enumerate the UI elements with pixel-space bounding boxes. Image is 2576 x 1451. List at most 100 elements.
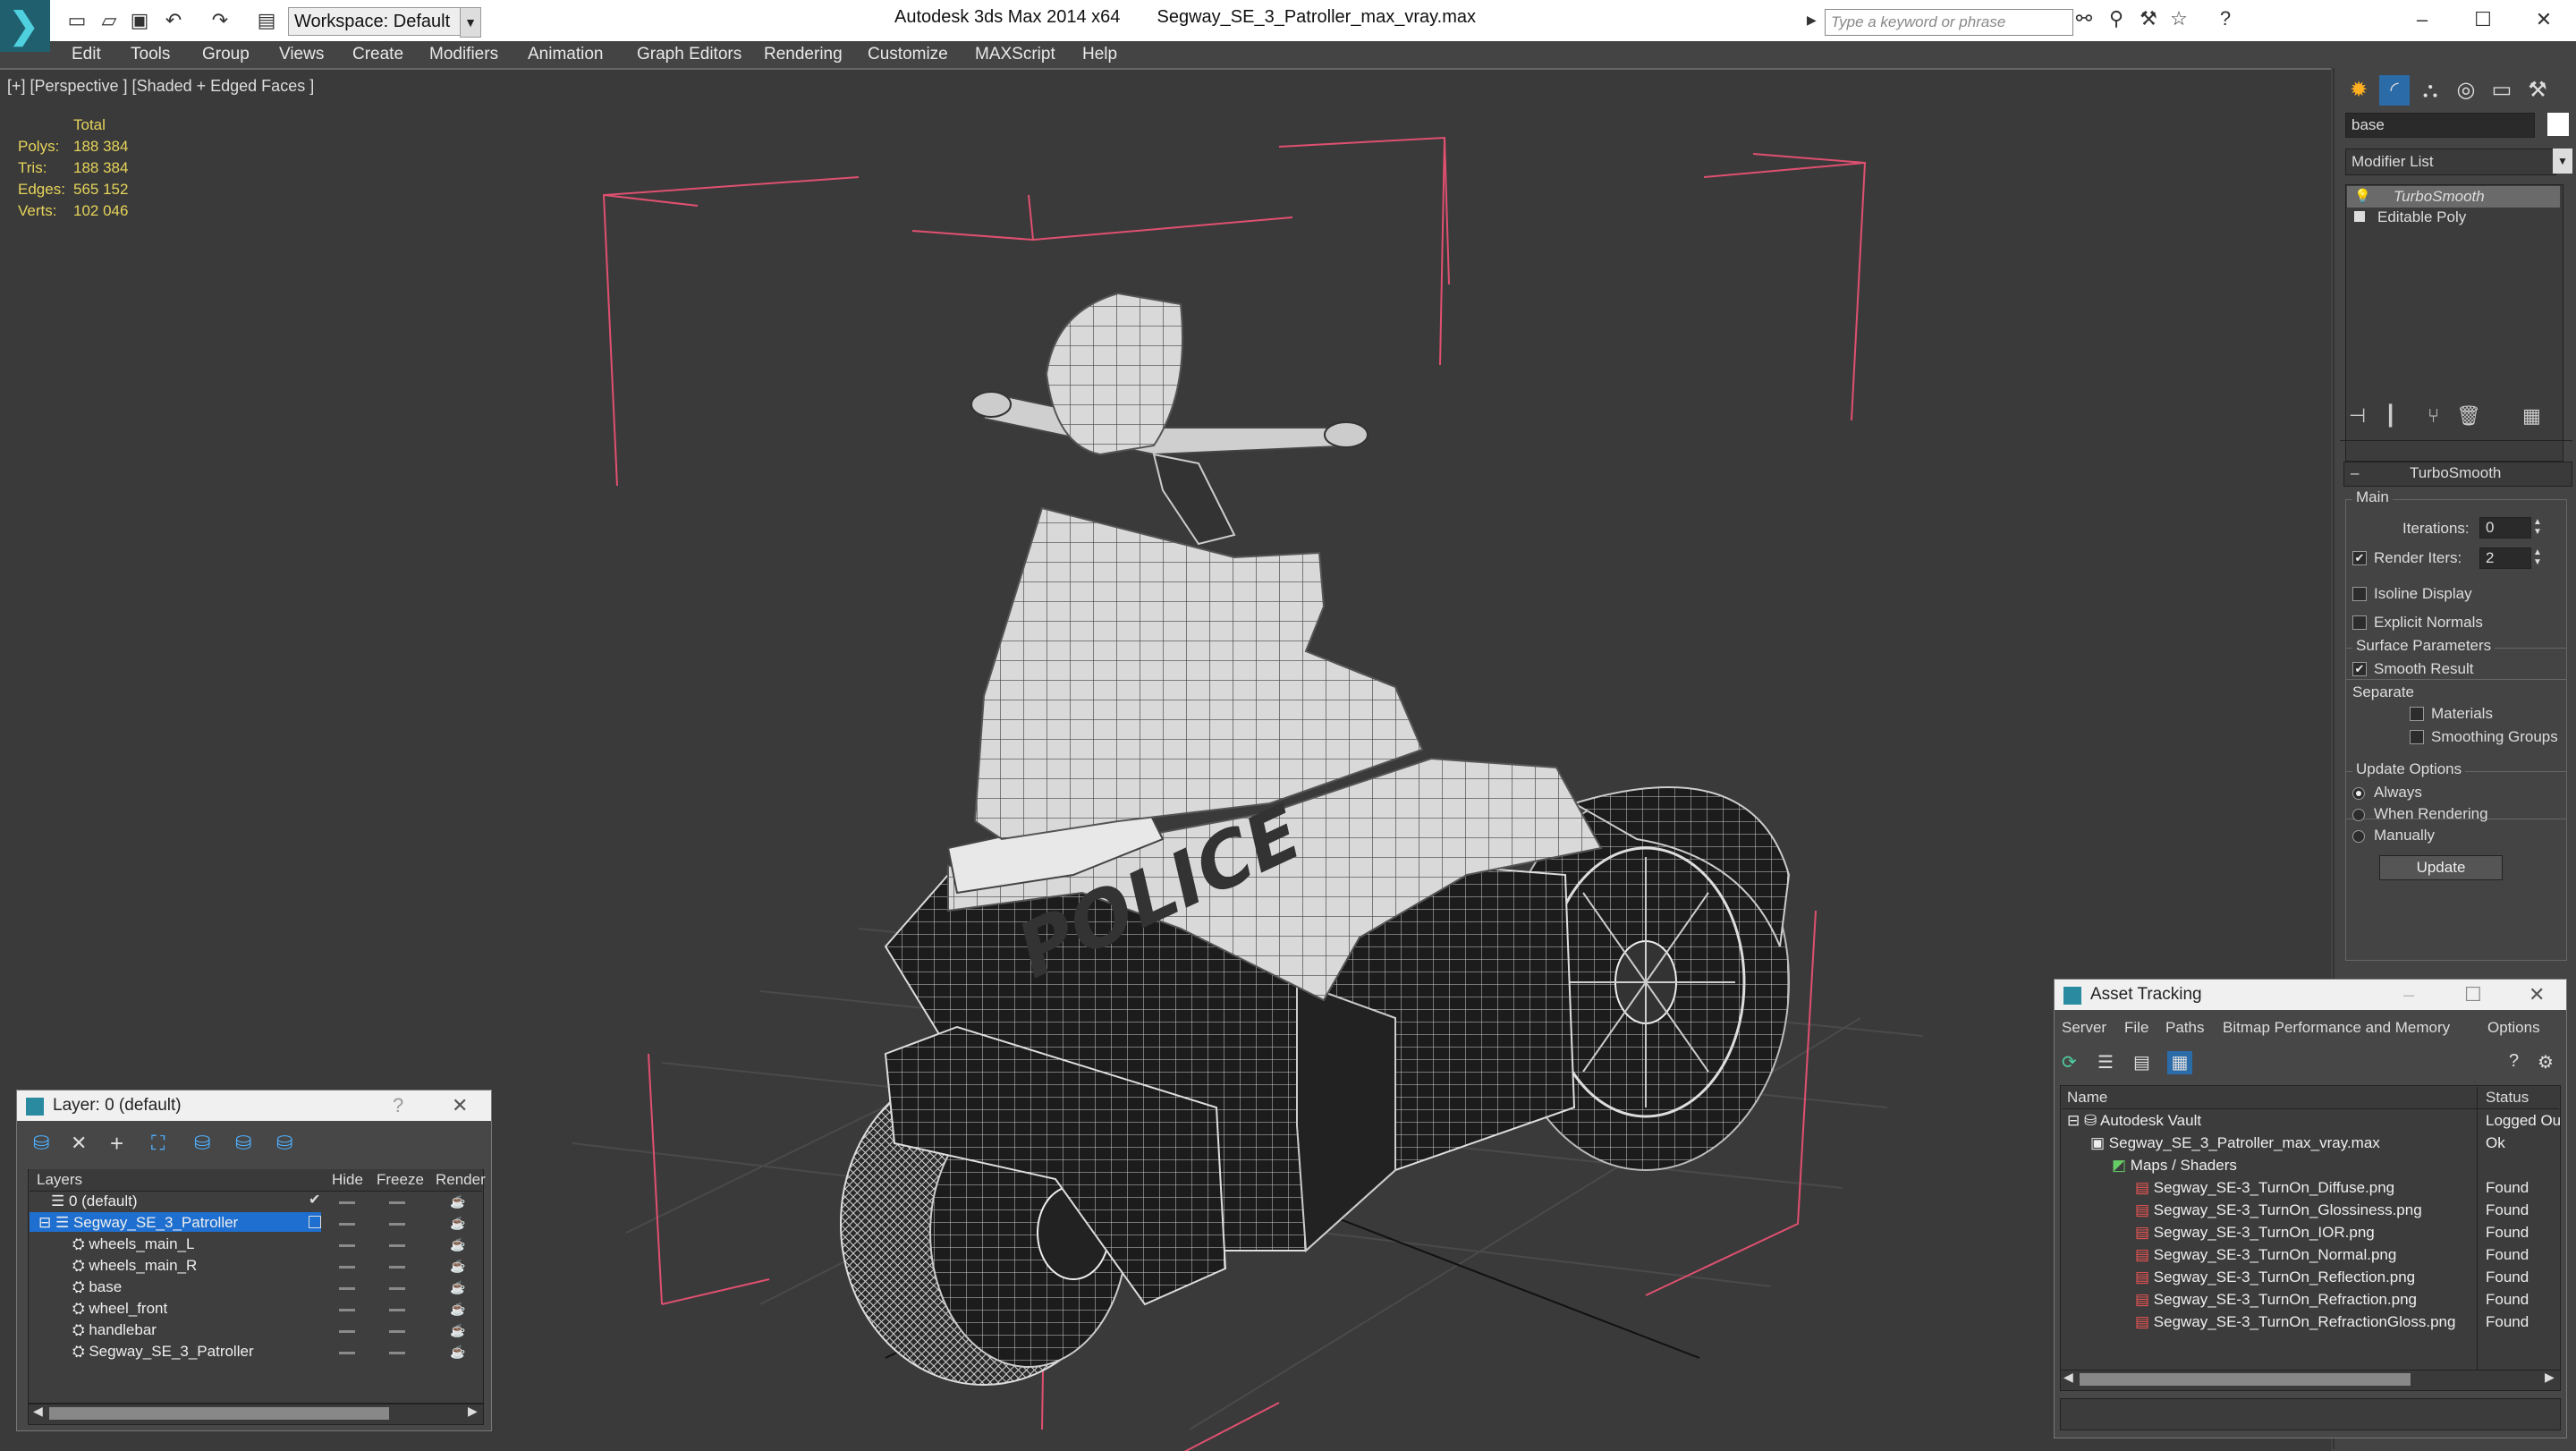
asset-row[interactable]: ▤ Segway_SE-3_TurnOn_Diffuse.png — [2135, 1179, 2394, 1197]
freeze-toggle[interactable] — [389, 1266, 405, 1269]
add-to-layer-icon[interactable]: + — [110, 1130, 123, 1158]
scroll-right-icon[interactable]: ▶ — [2545, 1370, 2555, 1385]
asset-row[interactable]: ◩ Maps / Shaders — [2112, 1157, 2237, 1175]
menu-help[interactable]: Help — [1082, 45, 1117, 64]
materials-checkbox[interactable] — [2410, 707, 2424, 721]
asset-menu-bitmap[interactable]: Bitmap Performance and Memory — [2223, 1019, 2450, 1037]
maximize-window-icon[interactable]: ☐ — [2458, 4, 2508, 36]
app-logo-icon[interactable]: ❯ — [0, 0, 50, 52]
object-color-swatch[interactable] — [2547, 113, 2569, 136]
layer-object-row[interactable]: ⛭ base — [72, 1278, 122, 1296]
when-rendering-radio[interactable] — [2352, 809, 2365, 821]
asset-row[interactable]: ▤ Segway_SE-3_TurnOn_Normal.png — [2135, 1246, 2396, 1264]
highlight-layer-icon[interactable]: ⛁ — [194, 1132, 210, 1155]
menu-modifiers[interactable]: Modifiers — [429, 45, 498, 64]
asset-close-icon[interactable]: ✕ — [2529, 980, 2545, 1010]
hide-toggle[interactable] — [339, 1287, 355, 1290]
table-view-icon[interactable]: ▦ — [2167, 1051, 2192, 1074]
render-iters-spinner-arrows-icon[interactable]: ▲ ▼ — [2533, 547, 2542, 567]
scroll-left-icon[interactable]: ◀ — [2063, 1370, 2073, 1385]
asset-row[interactable]: ▤ Segway_SE-3_TurnOn_Reflection.png — [2135, 1269, 2415, 1286]
col-layers[interactable]: Layers — [37, 1171, 82, 1189]
menu-group[interactable]: Group — [202, 45, 250, 64]
freeze-toggle[interactable] — [389, 1201, 405, 1204]
hide-all-layers-icon[interactable]: ⛁ — [235, 1132, 251, 1155]
remove-modifier-icon[interactable]: 🗑 — [2456, 404, 2481, 428]
render-iters-spinner[interactable]: 2 — [2479, 547, 2531, 569]
stack-expand-icon[interactable] — [2354, 211, 2365, 222]
menu-edit[interactable]: Edit — [72, 45, 101, 64]
project-folder-icon[interactable]: ▤ — [254, 9, 279, 32]
motion-tab-icon[interactable]: ◎ — [2451, 75, 2481, 106]
asset-menu-paths[interactable]: Paths — [2165, 1019, 2204, 1037]
modifier-list-dropdown[interactable]: Modifier List — [2345, 148, 2556, 175]
hide-toggle[interactable] — [339, 1352, 355, 1354]
render-teapot-icon[interactable]: ☕ — [450, 1345, 465, 1360]
render-teapot-icon[interactable]: ☕ — [450, 1259, 465, 1274]
manually-radio[interactable] — [2352, 830, 2365, 843]
asset-row[interactable]: ▤ Segway_SE-3_TurnOn_RefractionGloss.png — [2135, 1313, 2455, 1331]
asset-window-titlebar[interactable]: Asset Tracking – ☐ ✕ — [2055, 980, 2566, 1010]
delete-layer-icon[interactable]: ✕ — [71, 1132, 87, 1155]
layer-window-close-icon[interactable]: ✕ — [452, 1090, 468, 1121]
redo-icon[interactable]: ↷ — [208, 9, 233, 32]
workspace-dropdown-arrow-icon[interactable]: ▼ — [460, 7, 481, 38]
asset-row[interactable]: ⊟ ⛁ Autodesk Vault — [2067, 1112, 2201, 1130]
layer-help-button[interactable]: ? — [393, 1090, 403, 1121]
layer-row-segway[interactable]: ⊟ ☰ Segway_SE_3_Patroller — [38, 1214, 238, 1232]
asset-minimize-icon[interactable]: – — [2403, 980, 2414, 1010]
menu-graph-editors[interactable]: Graph Editors — [637, 45, 741, 64]
close-window-icon[interactable]: ✕ — [2519, 4, 2569, 36]
hide-toggle[interactable] — [339, 1330, 355, 1333]
menu-create[interactable]: Create — [352, 45, 403, 64]
layer-object-row[interactable]: ⛭ wheels_main_L — [72, 1235, 194, 1253]
freeze-toggle[interactable] — [389, 1287, 405, 1290]
asset-row[interactable]: ▤ Segway_SE-3_TurnOn_Refraction.png — [2135, 1291, 2417, 1309]
asset-row[interactable]: ▣ Segway_SE_3_Patroller_max_vray.max — [2090, 1134, 2380, 1152]
layer-window-titlebar[interactable]: Layer: 0 (default) ? ✕ — [17, 1090, 491, 1121]
layer-object-row[interactable]: ⛭ wheels_main_R — [72, 1257, 197, 1275]
help-icon[interactable]: ? — [2213, 7, 2238, 30]
refresh-icon[interactable]: ⟳ — [2062, 1051, 2077, 1073]
utilities-tab-icon[interactable]: ⚒ — [2522, 75, 2553, 106]
render-teapot-icon[interactable]: ☕ — [450, 1216, 465, 1231]
freeze-all-layers-icon[interactable]: ⛁ — [276, 1132, 292, 1155]
layer-row-default[interactable]: ☰ 0 (default) — [51, 1192, 138, 1210]
explicit-normals-checkbox[interactable] — [2352, 615, 2367, 630]
col-hide[interactable]: Hide — [332, 1171, 363, 1189]
layer-object-row[interactable]: ⛭ handlebar — [72, 1321, 157, 1339]
asset-menu-server[interactable]: Server — [2062, 1019, 2106, 1037]
create-tab-icon[interactable]: ✹ — [2343, 75, 2374, 106]
asset-row[interactable]: ▤ Segway_SE-3_TurnOn_IOR.png — [2135, 1224, 2375, 1242]
menu-customize[interactable]: Customize — [868, 45, 948, 64]
open-file-icon[interactable]: ▱ — [97, 9, 122, 32]
pin-stack-icon[interactable]: ⊣ — [2349, 404, 2366, 428]
object-name-field[interactable]: base — [2345, 113, 2535, 138]
render-iters-checkbox[interactable]: ✔ — [2352, 551, 2367, 565]
modifier-list-arrow-icon[interactable]: ▼ — [2553, 148, 2572, 174]
asset-help-icon[interactable]: ? — [2509, 1051, 2519, 1072]
smooth-result-checkbox[interactable]: ✔ — [2352, 662, 2367, 676]
modify-tab-icon[interactable]: ◜ — [2379, 75, 2410, 106]
search-expand-icon[interactable]: ▶ — [1807, 13, 1817, 28]
favorites-star-icon[interactable]: ☆ — [2166, 7, 2191, 30]
hierarchy-tab-icon[interactable]: ⛬ — [2415, 75, 2445, 106]
collapse-icon[interactable]: ⊟ — [38, 1214, 55, 1231]
hide-toggle[interactable] — [339, 1266, 355, 1269]
subscription-icon[interactable]: ⚲ — [2104, 7, 2129, 30]
menu-tools[interactable]: Tools — [131, 45, 170, 64]
freeze-toggle[interactable] — [389, 1352, 405, 1354]
iterations-spinner[interactable]: 0 — [2479, 517, 2531, 539]
col-name[interactable]: Name — [2067, 1089, 2107, 1107]
create-layer-icon[interactable]: ⛁ — [33, 1132, 49, 1155]
hide-toggle[interactable] — [339, 1201, 355, 1204]
save-file-icon[interactable]: ▣ — [127, 9, 152, 32]
asset-scrollbar-thumb[interactable] — [2080, 1373, 2411, 1386]
menu-views[interactable]: Views — [279, 45, 324, 64]
scroll-left-icon[interactable]: ◀ — [33, 1404, 43, 1419]
list-view-icon[interactable]: ☰ — [2097, 1051, 2114, 1073]
render-teapot-icon[interactable]: ☕ — [450, 1280, 465, 1295]
asset-menu-options[interactable]: Options — [2487, 1019, 2540, 1037]
menu-maxscript[interactable]: MAXScript — [975, 45, 1055, 64]
select-objects-in-layer-icon[interactable]: ⛶ — [151, 1132, 165, 1155]
